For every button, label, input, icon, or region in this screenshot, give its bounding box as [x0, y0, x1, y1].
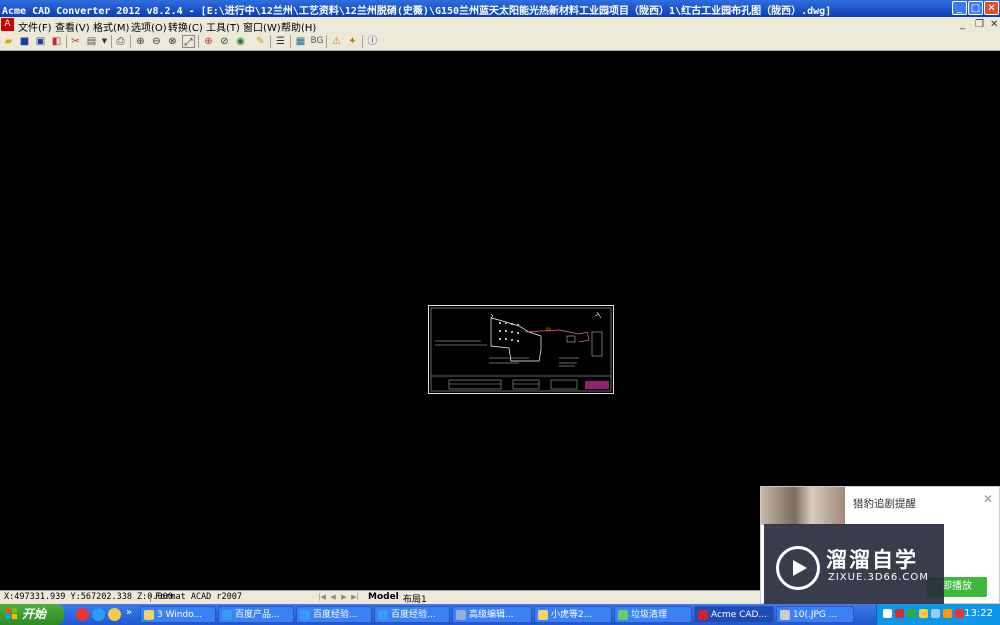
toolbar-separator	[362, 35, 363, 48]
tab-first-icon[interactable]: |◀	[318, 593, 326, 602]
zoom-out-icon[interactable]: ⊖	[150, 35, 163, 48]
bg-button[interactable]: BG	[310, 35, 324, 48]
tab-last-icon[interactable]: ▶|	[351, 593, 359, 602]
search-icon[interactable]: ⊘	[218, 35, 231, 48]
window-title: Acme CAD Converter 2012 v8.2.4 - [E:\进行中…	[2, 6, 832, 17]
taskbar-item[interactable]: 百度经验...	[374, 606, 450, 623]
cad-drawing-sheet	[428, 305, 614, 394]
popup-close-icon[interactable]: ✕	[983, 492, 993, 506]
background-icon[interactable]: ▦	[294, 35, 307, 48]
toolbar-separator	[111, 35, 112, 48]
convert-icon[interactable]: ◧	[50, 35, 63, 48]
zoom-extents-icon[interactable]: ⤢	[182, 35, 195, 48]
title-bar: Acme CAD Converter 2012 v8.2.4 - [E:\进行中…	[0, 0, 1000, 17]
menu-help[interactable]: 帮助(H)	[281, 19, 316, 34]
watermark-brand: 溜溜自学	[826, 548, 918, 572]
clock[interactable]: 13:22	[964, 608, 993, 619]
popup-title: 猎豹追剧提醒	[853, 498, 916, 510]
close-button[interactable]: ✕	[984, 1, 999, 15]
minimize-button[interactable]: _	[952, 1, 967, 15]
toolbar-separator	[326, 35, 327, 48]
start-label: 开始	[22, 607, 47, 621]
chat-icon[interactable]	[919, 609, 928, 618]
menu-tools[interactable]: 工具(T)	[206, 19, 240, 34]
save-icon[interactable]: ■	[18, 35, 31, 48]
watermark-url: ZIXUE.3D66.COM	[828, 572, 929, 583]
menu-bar: A 文件(F) 查看(V) 格式(M) 选项(O) 转换(C) 工具(T) 窗口…	[0, 17, 1000, 34]
warning-icon[interactable]: ⚠	[330, 35, 343, 48]
mdi-close-button[interactable]: ✕	[990, 19, 998, 30]
print-icon[interactable]: ⎙	[114, 35, 127, 48]
security-icon[interactable]	[895, 609, 904, 618]
keyboard-icon[interactable]	[883, 609, 892, 618]
open-icon[interactable]: ▰	[2, 35, 15, 48]
taskbar: 开始 » 3 Windo... 百度产品... 百度经验... 百度经验... …	[0, 604, 1000, 625]
layers-icon[interactable]: ☰	[274, 35, 287, 48]
toolbar: ▰ ■ ▣ ◧ ✂ ▤ ▼ ⎙ ⊕ ⊖ ⊗ ⤢ ⊕ ⊘ ◉ ✎ ☰ ▦ BG ⚠…	[0, 33, 1000, 51]
toolbar-separator	[270, 35, 271, 48]
taskbar-item[interactable]: 高级编辑...	[452, 606, 532, 623]
start-button[interactable]: 开始	[0, 604, 64, 625]
menu-window[interactable]: 窗口(W)	[243, 19, 281, 34]
maximize-button[interactable]: □	[968, 1, 983, 15]
zoom-window-icon[interactable]: ⊗	[166, 35, 179, 48]
taskbar-item[interactable]: 垃圾清理	[614, 606, 692, 623]
toolbar-separator	[198, 35, 199, 48]
windows-flag-icon	[6, 608, 17, 619]
brush-icon[interactable]: ✎	[254, 35, 267, 48]
batch-dropdown-icon[interactable]: ▼	[98, 35, 111, 48]
find-icon[interactable]: ⊕	[202, 35, 215, 48]
menu-convert[interactable]: 转换(C)	[168, 19, 203, 34]
watermark-logo-icon	[776, 546, 820, 590]
volume-icon[interactable]	[931, 609, 940, 618]
network-icon[interactable]	[907, 609, 916, 618]
cut-icon[interactable]: ✂	[69, 35, 82, 48]
format-readout: Format ACAD r2007	[150, 592, 242, 602]
watermark: 溜溜自学 ZIXUE.3D66.COM	[764, 524, 944, 608]
quicklaunch-app-icon[interactable]	[76, 608, 89, 621]
quicklaunch-chat-icon[interactable]	[108, 608, 121, 621]
star-icon[interactable]: ✦	[346, 35, 359, 48]
taskbar-item-active[interactable]: Acme CAD...	[694, 606, 774, 623]
tab-model[interactable]: Model	[368, 592, 399, 602]
info-icon[interactable]: ⓘ	[366, 35, 379, 48]
mdi-restore-button[interactable]: ❐	[975, 19, 984, 30]
app-icon[interactable]: A	[1, 18, 14, 31]
taskbar-item[interactable]: 小虎等2...	[534, 606, 612, 623]
pin-icon[interactable]	[955, 609, 964, 618]
menu-format[interactable]: 格式(M)	[93, 19, 129, 34]
menu-view[interactable]: 查看(V)	[55, 19, 90, 34]
mdi-minimize-button[interactable]: _	[960, 19, 965, 30]
update-icon[interactable]	[943, 609, 952, 618]
tab-next-icon[interactable]: ▶	[340, 593, 348, 602]
coordinates-readout: X:497331.939 Y:567202.338 Z:0.000	[4, 592, 173, 602]
eye-icon[interactable]: ◉	[234, 35, 247, 48]
popup-thumbnail[interactable]	[761, 487, 845, 525]
batch-icon[interactable]: ▤	[85, 35, 98, 48]
zoom-in-icon[interactable]: ⊕	[134, 35, 147, 48]
menu-file[interactable]: 文件(F)	[18, 19, 52, 34]
save-as-icon[interactable]: ▣	[34, 35, 47, 48]
tab-prev-icon[interactable]: ◀	[329, 593, 337, 602]
toolbar-separator	[66, 35, 67, 48]
toolbar-separator	[290, 35, 291, 48]
taskbar-item[interactable]: 3 Windo...	[140, 606, 216, 623]
taskbar-item[interactable]: 百度产品...	[218, 606, 294, 623]
menu-options[interactable]: 选项(O)	[131, 19, 167, 34]
quicklaunch-more[interactable]: »	[126, 607, 132, 618]
cad-drawing-preview	[430, 307, 612, 392]
quicklaunch-browser-icon[interactable]	[92, 608, 105, 621]
taskbar-item[interactable]: 百度经验...	[296, 606, 372, 623]
system-tray: 13:22	[876, 604, 1000, 625]
toolbar-separator	[130, 35, 131, 48]
taskbar-item[interactable]: 10(.JPG ...	[776, 606, 854, 623]
